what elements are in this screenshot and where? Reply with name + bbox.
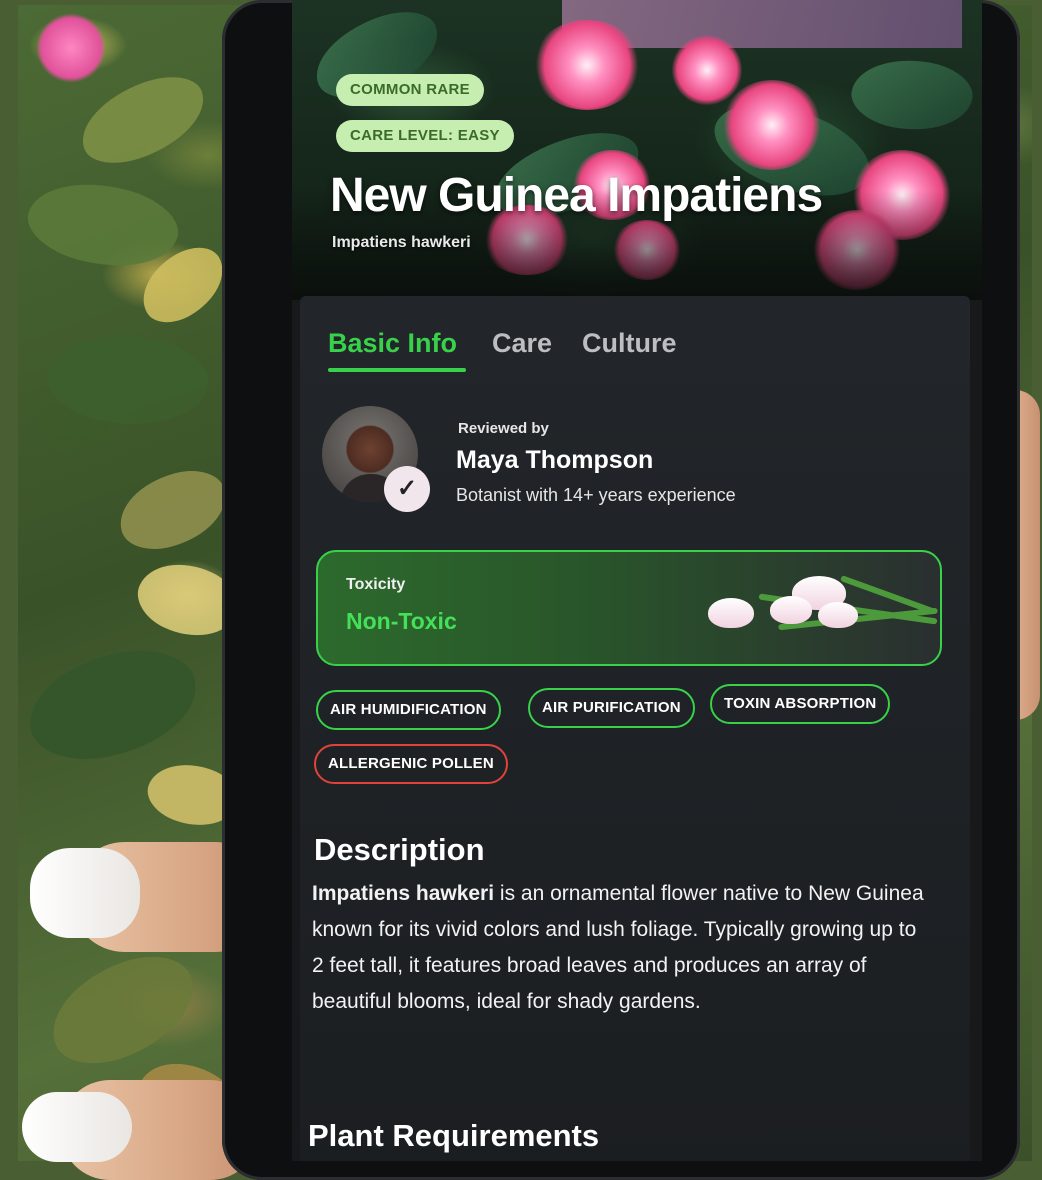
toxicity-value: Non-Toxic — [346, 608, 457, 634]
active-tab-indicator — [328, 368, 466, 372]
trait-chip-air-humidification: AIR HUMIDIFICATION — [316, 690, 501, 730]
plant-requirements-heading: Plant Requirements — [308, 1118, 600, 1153]
description-text: Impatiens hawkeri is an ornamental flowe… — [312, 876, 932, 1020]
rarity-badge: COMMON RARE — [336, 74, 484, 106]
scientific-name: Impatiens hawkeri — [332, 234, 471, 251]
description-lead: Impatiens hawkeri — [312, 882, 495, 905]
plant-title: New Guinea Impatiens — [330, 169, 823, 222]
tab-culture[interactable]: Culture — [582, 328, 677, 359]
toxicity-label: Toxicity — [346, 576, 406, 593]
toxicity-card[interactable]: Toxicity Non-Toxic — [316, 550, 942, 666]
trait-chip-toxin-absorption: TOXIN ABSORPTION — [710, 684, 891, 724]
fingernail — [30, 848, 140, 938]
reviewer-label: Reviewed by — [458, 420, 549, 437]
checkmark-icon: ✓ — [384, 466, 430, 512]
trait-chip-allergenic-pollen: ALLERGENIC POLLEN — [314, 744, 508, 784]
app-screen: COMMON RARE CARE LEVEL: EASY New Guinea … — [292, 0, 982, 1161]
fingernail — [22, 1092, 132, 1162]
tab-basic-info[interactable]: Basic Info — [328, 328, 457, 359]
reviewer-name[interactable]: Maya Thompson — [456, 446, 653, 475]
description-heading: Description — [314, 832, 485, 867]
tab-care[interactable]: Care — [492, 328, 552, 359]
reviewer-description: Botanist with 14+ years experience — [456, 485, 736, 505]
plant-info-card: Basic Info Care Culture ✓ Reviewed by Ma… — [300, 296, 970, 1161]
trait-chip-air-purification: AIR PURIFICATION — [528, 688, 695, 728]
care-level-badge: CARE LEVEL: EASY — [336, 120, 514, 152]
plant-hero-image: COMMON RARE CARE LEVEL: EASY New Guinea … — [292, 0, 982, 300]
